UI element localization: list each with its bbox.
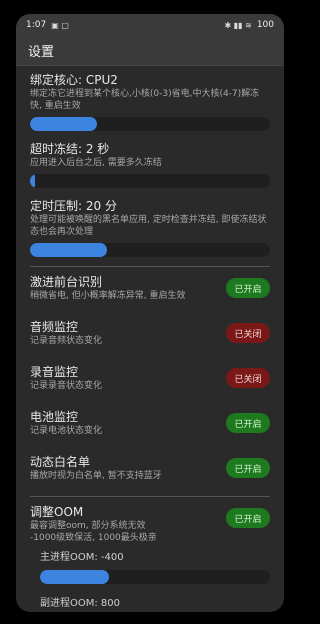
setting-desc: 绑定冻它进程到某个核心,小核(0-3)省电,中大核(4-7)解冻快, 重启生效 [30, 89, 260, 111]
setting-desc: 记录电池状态变化 [30, 426, 103, 436]
bind-core-slider[interactable] [30, 117, 270, 131]
record-monitor-toggle[interactable]: 已关闭 [226, 368, 270, 388]
slider-fill [30, 243, 107, 257]
setting-desc: 应用进入后台之后, 需要多久冻结 [30, 158, 162, 168]
setting-title: 音频监控 [30, 320, 79, 334]
setting-title: 激进前台识别 [30, 275, 103, 289]
setting-desc: 最容调整oom, 部分系统无效 [30, 521, 146, 531]
battery-monitor-toggle[interactable]: 已开启 [226, 413, 270, 433]
setting-adjust-oom: 调整OOM 最容调整oom, 部分系统无效 -1000级致保活, 1000最头极… [30, 497, 270, 544]
setting-desc: 处理可能被唤醒的黑名单应用, 定时检查并冻结, 即使冻结状态也会再次处理 [30, 215, 267, 237]
audio-monitor-toggle[interactable]: 已关闭 [226, 323, 270, 343]
setting-title: 定时压制: 20 分 [30, 199, 117, 213]
main-oom-slider[interactable] [40, 570, 270, 584]
setting-aggressive-foreground: 激进前台识别 稍微省电, 但小概率解冻异常, 重启生效 已开启 [30, 267, 270, 312]
battery-level: 100 [256, 20, 274, 30]
slider-fill [30, 174, 35, 188]
setting-bind-core: 绑定核心: CPU2 绑定冻它进程到某个核心,小核(0-3)省电,中大核(4-7… [30, 66, 270, 131]
setting-dynamic-whitelist: 动态白名单 播放时视为白名单, 暂不支持蓝牙 已开启 [30, 447, 270, 492]
app-bar: 设置 [16, 36, 284, 66]
setting-desc: 记录音频状态变化 [30, 336, 103, 346]
settings-list[interactable]: 绑定核心: CPU2 绑定冻它进程到某个核心,小核(0-3)省电,中大核(4-7… [16, 66, 284, 610]
setting-freeze-timeout: 超时冻结: 2 秒 应用进入后台之后, 需要多久冻结 [30, 131, 270, 188]
aggressive-foreground-toggle[interactable]: 已开启 [226, 278, 270, 298]
main-process-oom: 主进程OOM: -400 [30, 544, 270, 584]
notification-icons: ▣ ▢ [51, 20, 69, 30]
setting-desc: -1000级致保活, 1000最头极亲 [30, 533, 157, 543]
phone-screen: 1:07 ▣ ▢ ✱ ▮▮ ≋ 100 设置 绑定核心: CPU2 绑定冻它进程… [16, 14, 284, 612]
sub-process-oom: 副进程OOM: 800 [30, 584, 270, 610]
setting-title: 电池监控 [30, 410, 79, 424]
setting-battery-monitor: 电池监控 记录电池状态变化 已开启 [30, 402, 270, 447]
setting-title: 绑定核心: CPU2 [30, 73, 118, 87]
sub-oom-label: 副进程OOM: 800 [40, 598, 121, 609]
setting-title: 调整OOM [30, 505, 84, 519]
timed-suppress-slider[interactable] [30, 243, 270, 257]
setting-timed-suppress: 定时压制: 20 分 处理可能被唤醒的黑名单应用, 定时检查并冻结, 即使冻结状… [30, 188, 270, 257]
setting-title: 动态白名单 [30, 455, 91, 469]
adjust-oom-toggle[interactable]: 已开启 [226, 508, 270, 528]
setting-audio-monitor: 音频监控 记录音频状态变化 已关闭 [30, 312, 270, 357]
freeze-timeout-slider[interactable] [30, 174, 270, 188]
main-oom-label: 主进程OOM: -400 [40, 552, 124, 563]
slider-fill [30, 117, 98, 131]
slider-fill [40, 570, 109, 584]
clock: 1:07 [26, 20, 47, 30]
setting-desc: 记录录音状态变化 [30, 381, 103, 391]
setting-title: 录音监控 [30, 365, 79, 379]
setting-desc: 播放时视为白名单, 暂不支持蓝牙 [30, 471, 162, 481]
setting-desc: 稍微省电, 但小概率解冻异常, 重启生效 [30, 291, 186, 301]
dynamic-whitelist-toggle[interactable]: 已开启 [226, 458, 270, 478]
setting-title: 超时冻结: 2 秒 [30, 142, 110, 156]
setting-record-monitor: 录音监控 记录录音状态变化 已关闭 [30, 357, 270, 402]
signal-wifi-icons: ✱ ▮▮ ≋ [224, 20, 252, 30]
page-title: 设置 [28, 45, 55, 60]
status-bar: 1:07 ▣ ▢ ✱ ▮▮ ≋ 100 [16, 14, 284, 36]
